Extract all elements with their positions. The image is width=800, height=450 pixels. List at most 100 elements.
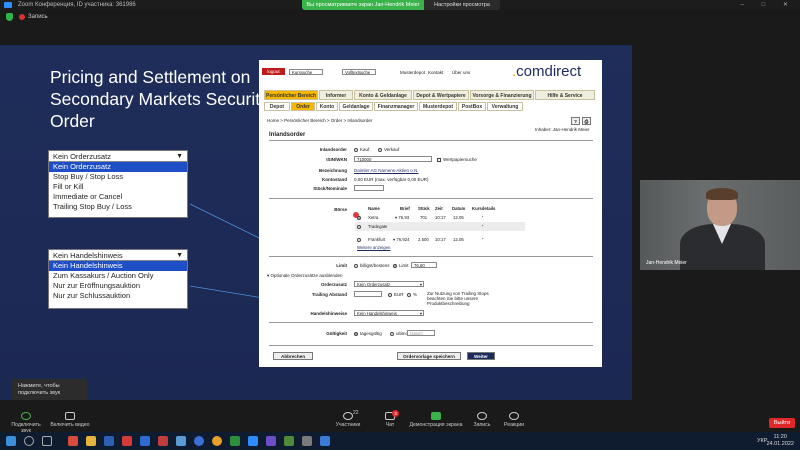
best-price-radio[interactable]: billigst/bestens — [354, 263, 390, 268]
account-holder: Inhaber: Jan-Hendrik Meier — [535, 127, 590, 132]
tab-personal[interactable]: Persönlicher Bereich — [264, 90, 318, 100]
table-row[interactable] — [357, 237, 363, 242]
app-icon[interactable] — [176, 436, 186, 446]
order-addition-select[interactable]: Kein Orderzusatz ▾ — [354, 281, 424, 287]
divider — [269, 256, 593, 257]
show-more-link[interactable]: Weitere anzeigen — [357, 245, 390, 250]
row-name: Frankfurt — [368, 237, 386, 242]
search-icon[interactable] — [24, 436, 34, 446]
trailing-input[interactable] — [354, 291, 382, 297]
account-value: 0,00 EUR (max. verfügbar 0,00 EUR) — [354, 177, 429, 182]
radio-icon — [354, 147, 358, 152]
quantity-input[interactable] — [354, 185, 384, 191]
fulltext-search-input[interactable]: Volltextsuche — [342, 69, 376, 75]
securities-search-button[interactable]: Wertpapiersuche — [437, 157, 477, 162]
limit-input[interactable]: 76,60 — [411, 262, 437, 268]
subtab-geldanlage[interactable]: Geldanlage — [339, 102, 373, 111]
meeting-toolbar: Подключить звук Включить видео Участники… — [0, 400, 800, 434]
comdirect-logo: .comdirect — [512, 63, 582, 80]
table-row[interactable] — [357, 224, 363, 229]
start-video-button[interactable]: Включить видео — [50, 412, 90, 428]
word-icon[interactable] — [140, 436, 150, 446]
validity-date-select[interactable]: Datum — [407, 330, 435, 336]
app-icon[interactable] — [230, 436, 240, 446]
participant-name: Jan-Hendrik Meier — [646, 260, 687, 266]
app-icon[interactable] — [320, 436, 330, 446]
details-icon[interactable]: ◔ — [481, 214, 484, 219]
cancel-button[interactable]: Abbrechen — [273, 352, 313, 360]
app-icon[interactable] — [122, 436, 132, 446]
row-qty: 701 — [420, 215, 428, 220]
row-ask: ▾ 76,924 — [393, 237, 410, 242]
tab-depot[interactable]: Depot & Wertpapiere — [413, 90, 469, 100]
leave-button[interactable]: Выйти — [769, 418, 795, 428]
subtab-depot[interactable]: Depot — [264, 102, 290, 111]
save-template-button[interactable]: Ordervorlage speichern — [397, 352, 461, 360]
optional-additions-toggle[interactable]: ▾ Optionale Orderzusätze ausblenden — [267, 273, 343, 279]
link-contact[interactable]: Kontakt — [428, 70, 443, 75]
subtab-order[interactable]: Order — [291, 102, 315, 111]
quantity-label: Stück/Nominale — [313, 186, 347, 191]
app-icon[interactable] — [104, 436, 114, 446]
col-ask: Brief — [400, 206, 410, 211]
print-icon[interactable]: ⎙ — [582, 117, 591, 125]
folder-icon[interactable] — [86, 436, 96, 446]
quote-search-input[interactable]: Kurssuche — [289, 69, 323, 75]
trade-note-select[interactable]: Kein Handelshinweis ▾ — [354, 310, 424, 316]
valid-until-radio[interactable]: ultimo — [390, 331, 408, 336]
tab-informer[interactable]: Informer — [319, 90, 353, 100]
subtab-musterdepot[interactable]: Musterdepot — [419, 102, 457, 111]
app-icon[interactable] — [68, 436, 78, 446]
app-icon[interactable] — [284, 436, 294, 446]
powerpoint-icon[interactable] — [158, 436, 168, 446]
limit-radio[interactable]: Limit — [393, 263, 409, 268]
share-screen-icon — [431, 412, 441, 420]
table-row[interactable] — [357, 215, 363, 220]
tab-pension[interactable]: Vorsorge & Finanzierung — [470, 90, 534, 100]
zoom-icon[interactable] — [248, 436, 258, 446]
sell-radio[interactable]: Verkauf — [378, 147, 399, 152]
app-icon[interactable] — [266, 436, 276, 446]
trailing-percent-radio[interactable]: % — [407, 292, 417, 297]
smile-icon — [509, 412, 519, 420]
valid-today-radio[interactable]: tagesgültig — [354, 331, 382, 336]
details-icon[interactable]: ◔ — [481, 236, 484, 241]
security-name-link[interactable]: Daimler AG Namens-Aktien o.N. — [354, 168, 419, 173]
logout-button[interactable]: logout — [262, 68, 285, 75]
row-time: 10:17 — [435, 237, 446, 242]
radio-icon — [393, 263, 397, 268]
system-clock[interactable]: 11:20 24.01.2022 — [766, 434, 794, 448]
browser-icon[interactable] — [194, 436, 204, 446]
reactions-button[interactable]: Реакции — [500, 412, 528, 428]
isin-input[interactable]: 710000 — [354, 156, 432, 162]
task-view-icon[interactable] — [42, 436, 52, 446]
validity-label: Gültigkeit — [326, 331, 347, 336]
tab-help[interactable]: Hilfe & Service — [535, 90, 595, 100]
link-model-depot[interactable]: Musterdepot — [400, 70, 425, 75]
chrome-icon[interactable] — [212, 436, 222, 446]
row-date: 12.05 — [453, 215, 464, 220]
radio-icon — [357, 237, 361, 242]
share-screen-button[interactable]: Демонстрация экрана — [408, 412, 464, 428]
next-button[interactable]: Weiter — [467, 352, 495, 360]
help-icon[interactable]: ? — [571, 117, 580, 125]
triangle-down-icon: ▾ — [419, 311, 422, 316]
subtab-postbox[interactable]: PostBox — [458, 102, 486, 111]
subtab-verwaltung[interactable]: Verwaltung — [487, 102, 523, 111]
record-button[interactable]: Запись — [470, 412, 494, 428]
subtab-konto[interactable]: Konto — [316, 102, 338, 111]
details-icon[interactable]: ◔ — [481, 223, 484, 228]
trailing-eur-radio[interactable]: EUR — [388, 292, 404, 297]
buy-radio[interactable]: Kauf — [354, 147, 369, 152]
participant-video[interactable]: Jan-Hendrik Meier — [640, 180, 800, 270]
join-audio-button[interactable]: Подключить звук — [6, 412, 46, 434]
link-about[interactable]: Über uns — [452, 70, 470, 75]
windows-start-icon[interactable] — [6, 436, 16, 446]
tab-account[interactable]: Konto & Geldanlage — [354, 90, 412, 100]
app-icon[interactable] — [302, 436, 312, 446]
radio-icon — [388, 292, 392, 297]
os-taskbar: УКР 11:20 24.01.2022 — [0, 432, 800, 450]
divider — [269, 322, 593, 323]
subtab-finanzmanager[interactable]: Finanzmanager — [374, 102, 418, 111]
radio-icon — [407, 292, 411, 297]
